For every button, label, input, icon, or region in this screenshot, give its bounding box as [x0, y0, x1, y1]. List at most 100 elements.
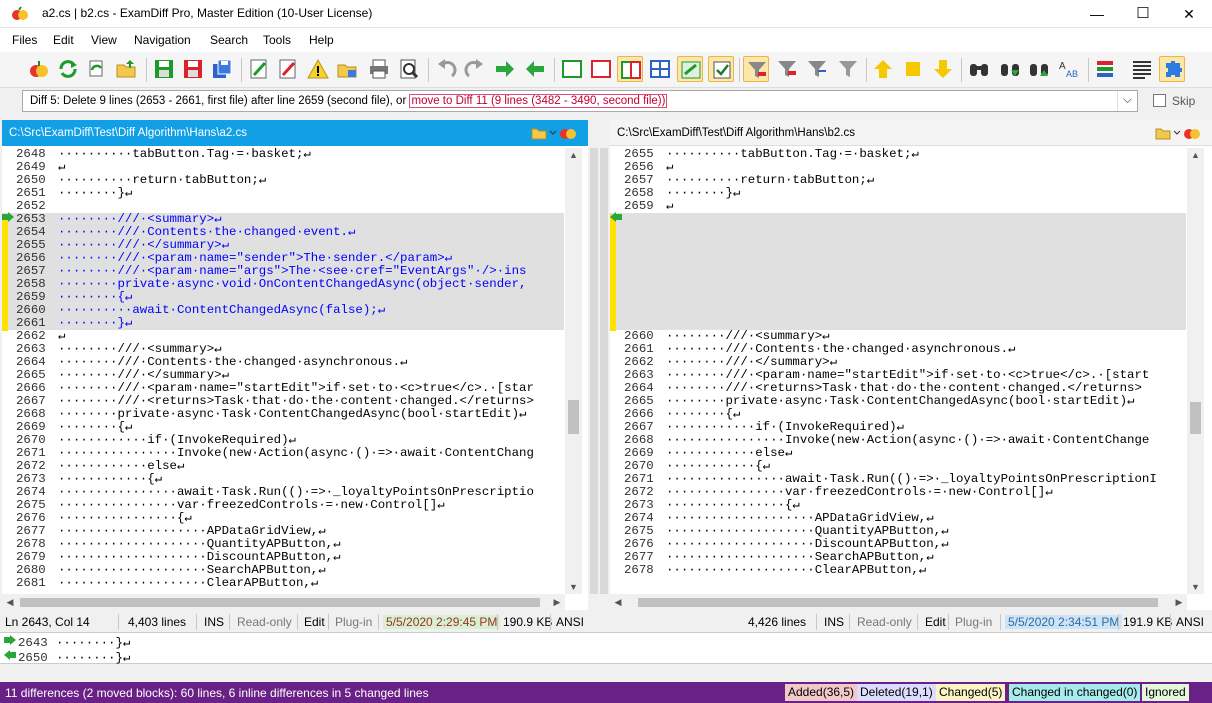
placeholder-line: [610, 226, 1186, 239]
menu-edit[interactable]: Edit: [53, 33, 74, 47]
scrollbar-thumb[interactable]: [1190, 402, 1201, 434]
scroll-right-icon[interactable]: ▶: [549, 595, 565, 609]
svg-text:AB: AB: [1066, 69, 1078, 79]
left-file-path: C:\Src\ExamDiff\Test\Diff Algorithm\Hans…: [9, 127, 247, 139]
scroll-down-icon[interactable]: ▼: [565, 580, 582, 594]
scroll-up-icon[interactable]: ▲: [565, 148, 582, 162]
color-options-icon[interactable]: [1093, 56, 1119, 82]
line-text: ····················ClearAPButton,↵: [666, 563, 927, 577]
diff-summary: 11 differences (2 moved blocks): 60 line…: [5, 686, 429, 700]
scrollbar-thumb[interactable]: [638, 598, 1158, 607]
chevron-down-icon[interactable]: ⌵: [1117, 91, 1137, 111]
edit-left-icon[interactable]: [246, 56, 272, 82]
skip-checkbox-box[interactable]: [1153, 94, 1166, 107]
redo-icon[interactable]: [462, 56, 488, 82]
app-file-icon[interactable]: [1184, 129, 1200, 139]
menu-files[interactable]: Files: [12, 33, 37, 47]
scrollbar-thumb[interactable]: [20, 598, 540, 607]
print-icon[interactable]: [366, 56, 392, 82]
scroll-right-icon[interactable]: ▶: [1171, 595, 1187, 609]
filter-left-icon[interactable]: [774, 56, 800, 82]
insert-mode: INS: [204, 615, 225, 629]
sync-compare-icon[interactable]: [84, 56, 110, 82]
app-file-icon[interactable]: [560, 129, 576, 139]
find-prev-icon[interactable]: [1026, 56, 1052, 82]
scroll-up-icon[interactable]: ▲: [1187, 148, 1204, 162]
line-text: ··········return·tabButton;↵: [666, 173, 875, 187]
line-text: ↵: [58, 329, 66, 343]
open-folder-icon[interactable]: [531, 128, 547, 140]
left-code-view[interactable]: 2648 ··········tabButton.Tag·=·basket;↵ 26…: [2, 148, 564, 594]
menu-help[interactable]: Help: [309, 33, 334, 47]
save-all-icon[interactable]: [209, 56, 235, 82]
line-text: ········///·<returns>Task·that·do·the·co…: [666, 381, 1142, 395]
close-button[interactable]: ✕: [1166, 0, 1212, 28]
view-left-icon[interactable]: [559, 56, 585, 82]
filter-right-icon[interactable]: [804, 56, 830, 82]
diff-description-field[interactable]: Diff 5: Delete 9 lines (2653 - 2661, fir…: [22, 90, 1138, 112]
menu-view[interactable]: View: [91, 33, 117, 47]
line-text: ············else↵: [58, 459, 185, 473]
scroll-down-icon[interactable]: ▼: [1187, 580, 1204, 594]
undo-icon[interactable]: [433, 56, 459, 82]
folder-warning-icon[interactable]: [334, 56, 360, 82]
left-horizontal-scrollbar[interactable]: ◀ ▶: [2, 594, 565, 610]
current-icon[interactable]: [900, 56, 926, 82]
check-icon[interactable]: [708, 56, 734, 82]
scroll-left-icon[interactable]: ◀: [2, 595, 18, 609]
plugin-icon[interactable]: [1159, 56, 1185, 82]
app-icon: [12, 6, 28, 20]
grid-view-icon[interactable]: [647, 56, 673, 82]
code-line: 2659 ↵: [610, 200, 1186, 213]
save-left-icon[interactable]: [151, 56, 177, 82]
open-folder-icon[interactable]: [1155, 128, 1171, 140]
line-text: ····················APDataGridView,↵: [666, 511, 934, 525]
prev-diff-icon[interactable]: [522, 56, 548, 82]
view-right-icon[interactable]: [588, 56, 614, 82]
scrollbar-thumb[interactable]: [568, 400, 579, 434]
print-preview-icon[interactable]: [396, 56, 422, 82]
menu-navigation[interactable]: Navigation: [134, 33, 191, 47]
right-code-view[interactable]: 2655 ··········tabButton.Tag·=·basket;↵ 26…: [610, 148, 1186, 594]
right-horizontal-scrollbar[interactable]: ◀ ▶: [610, 594, 1187, 610]
word-wrap-icon[interactable]: [1129, 56, 1155, 82]
skip-label: Skip: [1172, 94, 1196, 108]
merge-icon[interactable]: [677, 56, 703, 82]
line-text: ················await·Task.Run(()·=>·_lo…: [666, 472, 1157, 486]
scroll-left-icon[interactable]: ◀: [610, 595, 626, 609]
open-files-icon[interactable]: [26, 56, 52, 82]
line-text: ··········return·tabButton;↵: [58, 173, 267, 187]
find-next-icon[interactable]: [997, 56, 1023, 82]
right-file-path: C:\Src\ExamDiff\Test\Diff Algorithm\Hans…: [617, 127, 855, 139]
filter-all-icon[interactable]: [835, 56, 861, 82]
left-vertical-scrollbar[interactable]: ▲ ▼: [565, 148, 582, 594]
down-icon[interactable]: [930, 56, 956, 82]
line-compare-view[interactable]: 2643 ········}↵ 2650 ········}↵: [0, 632, 1212, 665]
line-text: ········///·</summary>↵: [58, 238, 230, 252]
open-folder-icon[interactable]: [113, 56, 139, 82]
right-file-pane: C:\Src\ExamDiff\Test\Diff Algorithm\Hans…: [610, 120, 1212, 610]
find-icon[interactable]: [966, 56, 992, 82]
up-icon[interactable]: [870, 56, 896, 82]
edit-right-icon[interactable]: [275, 56, 301, 82]
line-text: ········///·<summary>↵: [58, 342, 222, 356]
save-right-icon[interactable]: [180, 56, 206, 82]
pane-splitter[interactable]: [588, 120, 610, 610]
left-file-header: C:\Src\ExamDiff\Test\Diff Algorithm\Hans…: [2, 120, 588, 146]
warning-icon[interactable]: [305, 56, 331, 82]
menu-tools[interactable]: Tools: [263, 33, 291, 47]
split-view-icon[interactable]: [617, 56, 643, 82]
case-icon[interactable]: A AB: [1055, 56, 1081, 82]
right-vertical-scrollbar[interactable]: ▲ ▼: [1187, 148, 1204, 594]
skip-checkbox[interactable]: Skip: [1153, 94, 1195, 108]
file-date: 5/5/2020 2:34:51 PM: [1005, 615, 1123, 629]
move-to-diff-link[interactable]: move to Diff 11 (9 lines (3482 - 3490, s…: [409, 94, 668, 108]
line-text: ····················APDataGridView,↵: [58, 524, 326, 538]
maximize-button[interactable]: ☐: [1120, 0, 1166, 28]
next-diff-icon[interactable]: [492, 56, 518, 82]
minimize-button[interactable]: —: [1074, 0, 1120, 28]
changed-in-changed-badge: Changed in changed(0): [1009, 684, 1141, 701]
recompare-icon[interactable]: [55, 56, 81, 82]
menu-search[interactable]: Search: [210, 33, 248, 47]
filter-icon[interactable]: [743, 56, 769, 82]
